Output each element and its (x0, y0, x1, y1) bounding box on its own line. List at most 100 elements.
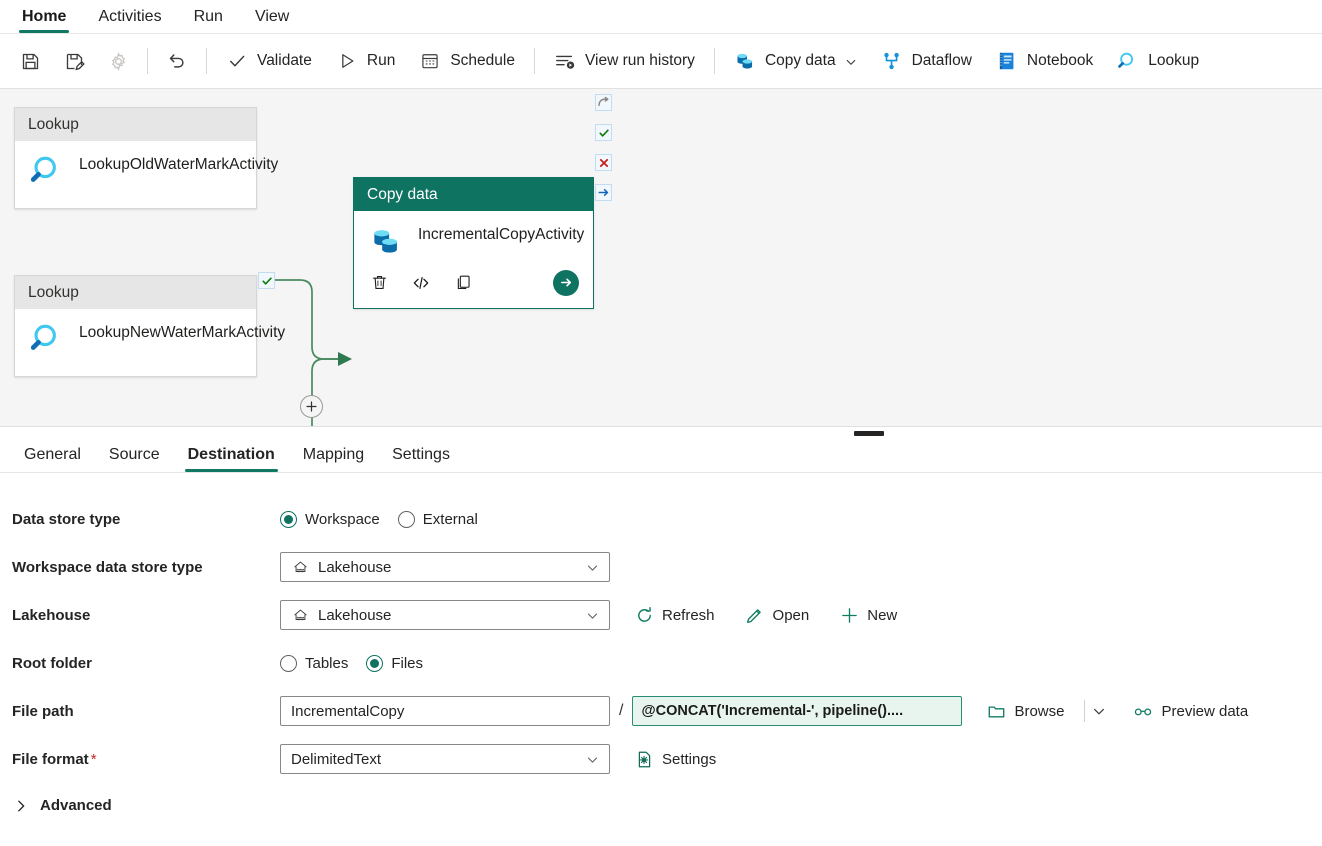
refresh-label: Refresh (662, 606, 715, 624)
radio-dot-icon (397, 510, 415, 528)
toolbar-divider-2 (206, 48, 207, 74)
browse-button[interactable]: Browse (980, 697, 1070, 725)
file-path-folder-value: IncrementalCopy (291, 702, 405, 720)
preview-data-button[interactable]: Preview data (1127, 697, 1254, 725)
run-label: Run (366, 52, 396, 69)
ribbon-tab-run[interactable]: Run (178, 9, 239, 33)
arrow-right-circle-icon[interactable] (553, 269, 579, 296)
plus-icon (839, 605, 859, 625)
save-as-button[interactable] (52, 41, 96, 81)
output-handle-failure-copy[interactable] (595, 154, 612, 171)
ribbon-tab-view[interactable]: View (239, 9, 305, 33)
root-folder-label: Root folder (12, 654, 92, 672)
lakehouse-dropdown[interactable]: Lakehouse (280, 600, 610, 630)
chevron-down-icon[interactable] (845, 55, 857, 67)
tab-destination-label: Destination (187, 446, 275, 463)
advanced-section-toggle[interactable]: Advanced (0, 797, 1322, 814)
radio-files[interactable]: Files (366, 654, 423, 672)
trash-icon[interactable] (368, 272, 390, 294)
add-activity-button[interactable] (300, 395, 323, 418)
tab-destination[interactable]: Destination (174, 447, 289, 472)
field-row-root-folder: Root folder Tables Files (0, 639, 1322, 687)
tab-general[interactable]: General (10, 447, 95, 472)
output-handle-success-lookup-old[interactable] (258, 272, 275, 289)
run-history-icon (554, 50, 576, 72)
pipeline-canvas[interactable]: Lookup LookupOldWaterMarkActivity Lookup (0, 89, 1322, 427)
undo-button[interactable] (155, 41, 199, 81)
tab-source-label: Source (108, 446, 160, 463)
radio-workspace-label: Workspace (305, 510, 380, 528)
file-path-label: File path (12, 702, 74, 720)
field-row-data-store-type: Data store type Workspace External (0, 495, 1322, 543)
notebook-button[interactable]: Notebook (984, 41, 1105, 81)
output-handle-success-copy[interactable] (595, 124, 612, 141)
gear-icon (107, 50, 129, 72)
refresh-icon (634, 605, 654, 625)
output-handle-skipped-copy[interactable] (595, 94, 612, 111)
field-row-lakehouse: Lakehouse Lakehouse Refresh Open New (0, 591, 1322, 639)
lakehouse-value: Lakehouse (318, 606, 392, 624)
ribbon-tab-activities[interactable]: Activities (82, 9, 177, 33)
output-handle-completion-copy[interactable] (595, 184, 612, 201)
code-icon[interactable] (410, 272, 432, 294)
pipeline-editor: Home Activities Run View Validate Run Sc… (0, 0, 1322, 846)
settings-button[interactable] (96, 41, 140, 81)
radio-tables-label: Tables (305, 654, 349, 672)
workspace-data-store-type-label: Workspace data store type (12, 558, 203, 576)
lookup-button[interactable]: Lookup (1105, 41, 1211, 81)
activity-node-body: IncrementalCopyActivity (354, 211, 593, 261)
properties-tab-bar: General Source Destination Mapping Setti… (0, 427, 1322, 473)
file-path-file-input[interactable]: @CONCAT('Incremental-', pipeline().... (632, 696, 963, 726)
dataflow-icon (881, 50, 903, 72)
workspace-data-store-type-dropdown[interactable]: Lakehouse (280, 552, 610, 582)
dataflow-button[interactable]: Dataflow (869, 41, 984, 81)
activity-node-lookup-old-watermark[interactable]: Lookup LookupOldWaterMarkActivity (14, 107, 278, 209)
radio-workspace[interactable]: Workspace (280, 510, 380, 528)
file-path-folder-input[interactable]: IncrementalCopy (280, 696, 610, 726)
schedule-button[interactable]: Schedule (407, 41, 527, 81)
file-path-separator: / (619, 702, 624, 719)
preview-data-label: Preview data (1161, 702, 1249, 720)
copy-icon[interactable] (452, 272, 474, 294)
file-format-dropdown[interactable]: DelimitedText (280, 744, 610, 774)
chevron-right-icon (14, 799, 28, 813)
lookup-magnifier-icon (27, 319, 67, 359)
copy-data-button[interactable]: Copy data (722, 41, 869, 81)
field-row-workspace-data-store-type: Workspace data store type Lakehouse (0, 543, 1322, 591)
activity-node-name: LookupNewWaterMarkActivity (79, 324, 286, 341)
required-marker: * (90, 750, 97, 768)
panel-resize-handle[interactable] (854, 431, 884, 436)
activity-node-name: IncrementalCopyActivity (418, 226, 585, 243)
run-button[interactable]: Run (324, 41, 407, 81)
ribbon-tab-home[interactable]: Home (6, 9, 82, 33)
tab-source[interactable]: Source (95, 447, 174, 472)
radio-tables[interactable]: Tables (280, 654, 349, 672)
activity-node-incremental-copy[interactable]: Copy data IncrementalCopyActivity (353, 177, 594, 309)
root-folder-radio-group: Tables Files (280, 654, 423, 672)
file-format-value: DelimitedText (291, 750, 382, 768)
refresh-lakehouse-button[interactable]: Refresh (628, 601, 721, 629)
validate-button[interactable]: Validate (214, 41, 324, 81)
tab-mapping[interactable]: Mapping (289, 447, 378, 472)
radio-external-label: External (422, 510, 478, 528)
toolbar-divider-4 (713, 48, 715, 74)
glasses-icon (1133, 701, 1153, 721)
data-store-type-radio-group: Workspace External (280, 510, 478, 528)
open-lakehouse-button[interactable]: Open (739, 601, 816, 629)
browse-divider (1084, 700, 1086, 722)
save-icon (19, 50, 41, 72)
radio-external[interactable]: External (397, 510, 478, 528)
tab-settings[interactable]: Settings (378, 447, 464, 472)
browse-chevron-down-icon[interactable] (1089, 701, 1109, 721)
activity-node-action-bar (354, 261, 593, 301)
dataflow-label: Dataflow (911, 52, 972, 69)
activity-node-lookup-new-watermark[interactable]: Lookup LookupNewWaterMarkActivity (14, 275, 285, 377)
notebook-label: Notebook (1026, 52, 1094, 69)
new-lakehouse-button[interactable]: New (833, 601, 903, 629)
file-format-settings-button[interactable]: Settings (628, 745, 722, 773)
view-run-history-button[interactable]: View run history (542, 41, 707, 81)
save-button[interactable] (8, 41, 52, 81)
checkmark-icon (226, 50, 248, 72)
ribbon-tab-view-label: View (254, 8, 290, 25)
open-label: Open (772, 606, 810, 624)
